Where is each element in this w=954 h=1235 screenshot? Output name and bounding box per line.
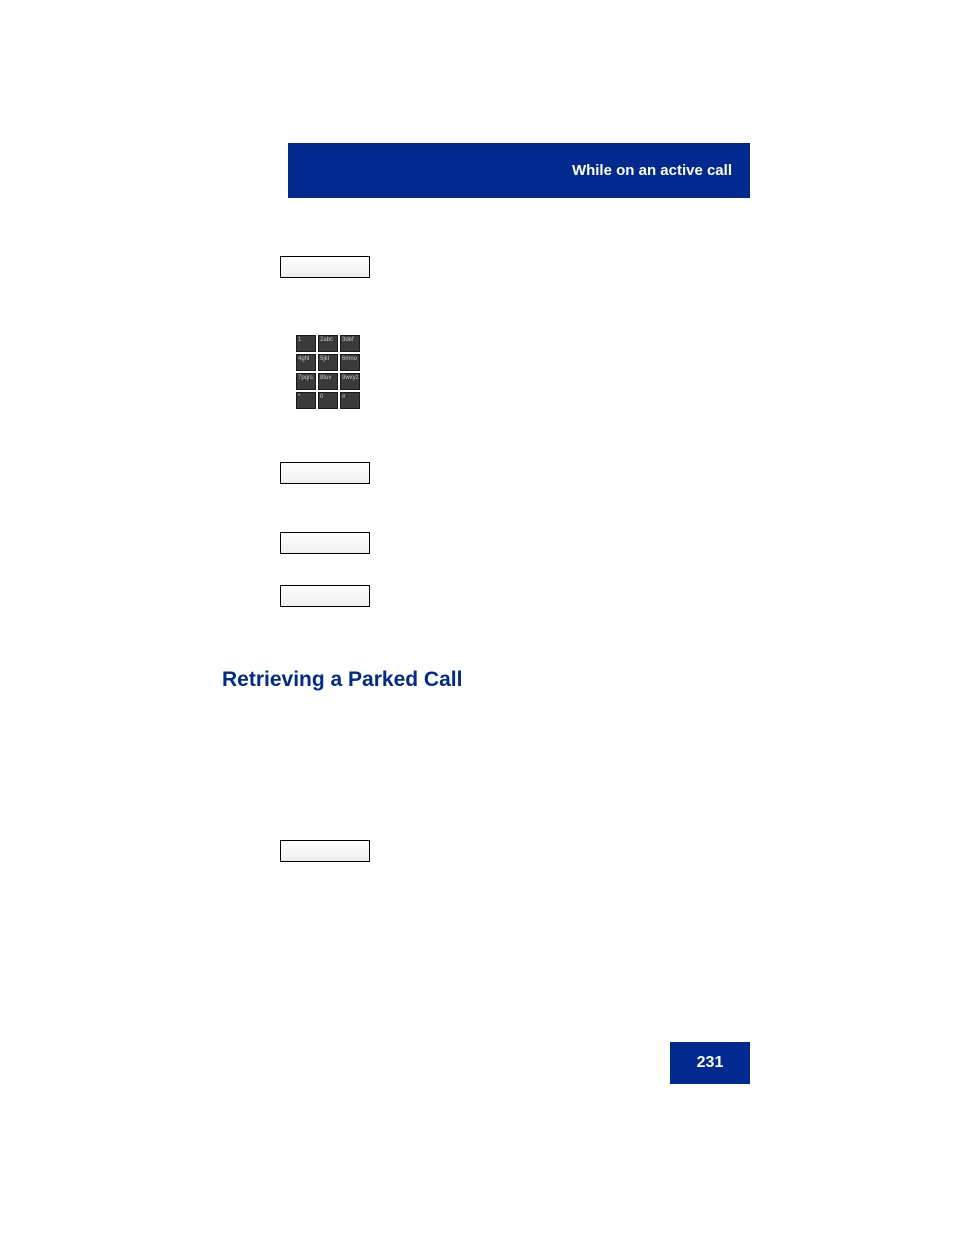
keypad-key-1: 1 — [296, 335, 316, 352]
softkey-button-5 — [280, 840, 370, 862]
keypad-key-7: 7pqrs — [296, 373, 316, 390]
keypad-key-8: 8tuv — [318, 373, 338, 390]
softkey-button-2 — [280, 462, 370, 484]
softkey-button-4 — [280, 585, 370, 607]
section-heading: Retrieving a Parked Call — [222, 668, 462, 692]
keypad-key-9: 9wxyz — [340, 373, 360, 390]
keypad-key-3: 3def — [340, 335, 360, 352]
keypad-key-0: 0 — [318, 392, 338, 409]
keypad-key-4: 4ghi — [296, 354, 316, 371]
keypad-key-hash: # — [340, 392, 360, 409]
header-bar: While on an active call — [288, 143, 750, 198]
keypad-key-5: 5jkl — [318, 354, 338, 371]
keypad-key-star: * — [296, 392, 316, 409]
keypad-key-2: 2abc — [318, 335, 338, 352]
softkey-button-3 — [280, 532, 370, 554]
header-title: While on an active call — [572, 162, 732, 179]
keypad-key-6: 6mno — [340, 354, 360, 371]
softkey-button-1 — [280, 256, 370, 278]
dialpad-keypad: 1 2abc 3def 4ghi 5jkl 6mno 7pqrs 8tuv 9w… — [296, 335, 360, 409]
document-page: While on an active call 1 2abc 3def 4ghi… — [0, 0, 954, 1235]
page-number: 231 — [697, 1054, 724, 1072]
page-number-box: 231 — [670, 1042, 750, 1084]
